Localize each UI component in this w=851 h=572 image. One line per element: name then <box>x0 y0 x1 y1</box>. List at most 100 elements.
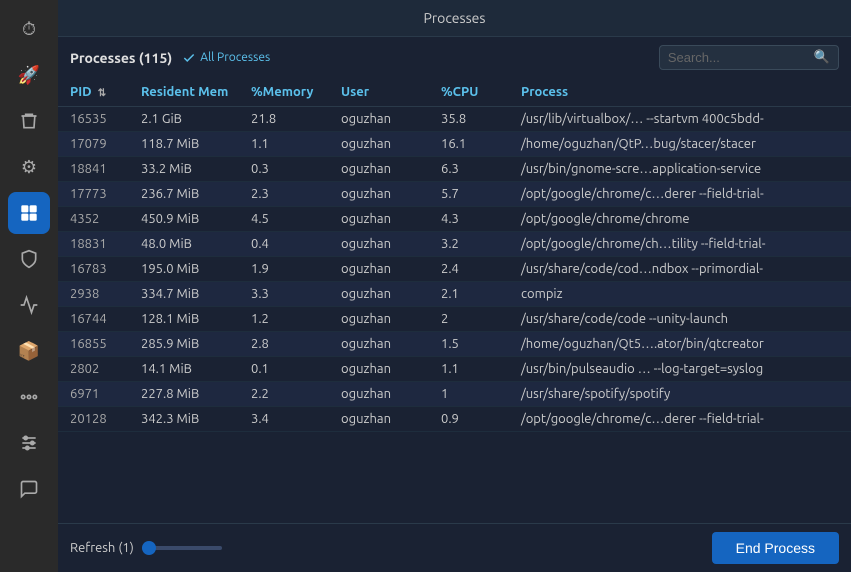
table-row[interactable]: 2938 334.7 MiB 3.3 oguzhan 2.1 compiz <box>58 282 851 307</box>
table-row[interactable]: 6971 227.8 MiB 2.2 oguzhan 1 /usr/share/… <box>58 382 851 407</box>
table-row[interactable]: 17079 118.7 MiB 1.1 oguzhan 16.1 /home/o… <box>58 132 851 157</box>
cell-cpu: 5.7 <box>433 182 513 207</box>
table-row[interactable]: 17773 236.7 MiB 2.3 oguzhan 5.7 /opt/goo… <box>58 182 851 207</box>
cell-cpu: 1.5 <box>433 332 513 357</box>
refresh-slider[interactable] <box>142 546 222 550</box>
table-row[interactable]: 20128 342.3 MiB 3.4 oguzhan 0.9 /opt/goo… <box>58 407 851 432</box>
cell-memperc: 0.3 <box>243 157 333 182</box>
cell-memperc: 21.8 <box>243 107 333 132</box>
table-row[interactable]: 2802 14.1 MiB 0.1 oguzhan 1.1 /usr/bin/p… <box>58 357 851 382</box>
cell-mem: 118.7 MiB <box>133 132 243 157</box>
col-header-cpu[interactable]: %CPU <box>433 78 513 107</box>
cell-cpu: 0.9 <box>433 407 513 432</box>
search-input[interactable] <box>668 50 808 65</box>
sidebar-item-processes[interactable] <box>8 192 50 234</box>
col-header-process[interactable]: Process <box>513 78 851 107</box>
main-content: Processes Processes (115) All Processes … <box>58 0 851 572</box>
cell-cpu: 2.1 <box>433 282 513 307</box>
cell-pid: 2802 <box>58 357 133 382</box>
cell-user: oguzhan <box>333 382 433 407</box>
cell-process: /usr/bin/pulseaudio … --log-target=syslo… <box>513 357 851 382</box>
sidebar-item-stats[interactable] <box>8 284 50 326</box>
cell-pid: 2938 <box>58 282 133 307</box>
cell-memperc: 2.8 <box>243 332 333 357</box>
cell-memperc: 3.4 <box>243 407 333 432</box>
cell-mem: 227.8 MiB <box>133 382 243 407</box>
cell-mem: 2.1 GiB <box>133 107 243 132</box>
processes-count-label: Processes (115) <box>70 50 172 66</box>
table-row[interactable]: 4352 450.9 MiB 4.5 oguzhan 4.3 /opt/goog… <box>58 207 851 232</box>
cell-user: oguzhan <box>333 107 433 132</box>
cell-mem: 128.1 MiB <box>133 307 243 332</box>
sidebar-item-cleaner[interactable] <box>8 100 50 142</box>
table-row[interactable]: 18831 48.0 MiB 0.4 oguzhan 3.2 /opt/goog… <box>58 232 851 257</box>
cell-mem: 342.3 MiB <box>133 407 243 432</box>
cell-user: oguzhan <box>333 307 433 332</box>
cell-process: compiz <box>513 282 851 307</box>
col-header-user[interactable]: User <box>333 78 433 107</box>
table-row[interactable]: 16535 2.1 GiB 21.8 oguzhan 35.8 /usr/lib… <box>58 107 851 132</box>
col-header-pid[interactable]: PID ⇅ <box>58 78 133 107</box>
cell-mem: 236.7 MiB <box>133 182 243 207</box>
cell-pid: 16855 <box>58 332 133 357</box>
table-container[interactable]: PID ⇅ Resident Mem %Memory User %CPU Pro… <box>58 78 851 523</box>
sidebar-item-dashboard[interactable]: ⏱ <box>8 8 50 50</box>
sidebar-item-packages[interactable]: 📦 <box>8 330 50 372</box>
sidebar-item-messages[interactable] <box>8 468 50 510</box>
cell-memperc: 2.2 <box>243 382 333 407</box>
sidebar-item-startup[interactable]: 🚀 <box>8 54 50 96</box>
sidebar-item-settings[interactable]: ⚙ <box>8 146 50 188</box>
cell-memperc: 4.5 <box>243 207 333 232</box>
cell-user: oguzhan <box>333 232 433 257</box>
cell-cpu: 16.1 <box>433 132 513 157</box>
cell-cpu: 35.8 <box>433 107 513 132</box>
sort-icon-pid: ⇅ <box>98 87 106 98</box>
refresh-label: Refresh (1) <box>70 541 134 555</box>
sidebar-item-controls[interactable] <box>8 422 50 464</box>
table-row[interactable]: 16855 285.9 MiB 2.8 oguzhan 1.5 /home/og… <box>58 332 851 357</box>
sidebar: ⏱ 🚀 ⚙ 📦 <box>0 0 58 572</box>
all-processes-label: All Processes <box>200 51 270 64</box>
cell-pid: 17079 <box>58 132 133 157</box>
cell-user: oguzhan <box>333 257 433 282</box>
sidebar-item-security[interactable] <box>8 238 50 280</box>
cell-process: /opt/google/chrome/ch…tility --field-tri… <box>513 232 851 257</box>
cell-memperc: 3.3 <box>243 282 333 307</box>
cell-mem: 285.9 MiB <box>133 332 243 357</box>
search-icon: 🔍 <box>814 50 830 65</box>
cell-mem: 48.0 MiB <box>133 232 243 257</box>
cell-process: /home/oguzhan/Qt5….ator/bin/qtcreator <box>513 332 851 357</box>
cell-pid: 16535 <box>58 107 133 132</box>
col-header-mem[interactable]: Resident Mem <box>133 78 243 107</box>
cell-pid: 18841 <box>58 157 133 182</box>
cell-user: oguzhan <box>333 157 433 182</box>
table-header-row: PID ⇅ Resident Mem %Memory User %CPU Pro… <box>58 78 851 107</box>
cell-memperc: 1.2 <box>243 307 333 332</box>
table-row[interactable]: 18841 33.2 MiB 0.3 oguzhan 6.3 /usr/bin/… <box>58 157 851 182</box>
table-row[interactable]: 16744 128.1 MiB 1.2 oguzhan 2 /usr/share… <box>58 307 851 332</box>
cell-memperc: 0.1 <box>243 357 333 382</box>
col-header-memperc[interactable]: %Memory <box>243 78 333 107</box>
search-box[interactable]: 🔍 <box>659 45 839 70</box>
table-row[interactable]: 16783 195.0 MiB 1.9 oguzhan 2.4 /usr/sha… <box>58 257 851 282</box>
cell-process: /usr/share/spotify/spotify <box>513 382 851 407</box>
cell-mem: 14.1 MiB <box>133 357 243 382</box>
footer: Refresh (1) End Process <box>58 523 851 572</box>
cell-user: oguzhan <box>333 207 433 232</box>
cell-cpu: 2.4 <box>433 257 513 282</box>
cell-pid: 6971 <box>58 382 133 407</box>
all-processes-filter[interactable]: All Processes <box>182 51 270 65</box>
cell-cpu: 3.2 <box>433 232 513 257</box>
cell-cpu: 1 <box>433 382 513 407</box>
cell-cpu: 6.3 <box>433 157 513 182</box>
end-process-button[interactable]: End Process <box>712 532 839 564</box>
sidebar-item-menu[interactable] <box>8 376 50 418</box>
cell-cpu: 4.3 <box>433 207 513 232</box>
cell-cpu: 1.1 <box>433 357 513 382</box>
cell-pid: 16744 <box>58 307 133 332</box>
cell-process: /usr/bin/gnome-scre…application-service <box>513 157 851 182</box>
cell-process: /opt/google/chrome/c…derer --field-trial… <box>513 407 851 432</box>
cell-pid: 18831 <box>58 232 133 257</box>
cell-user: oguzhan <box>333 357 433 382</box>
cell-mem: 195.0 MiB <box>133 257 243 282</box>
